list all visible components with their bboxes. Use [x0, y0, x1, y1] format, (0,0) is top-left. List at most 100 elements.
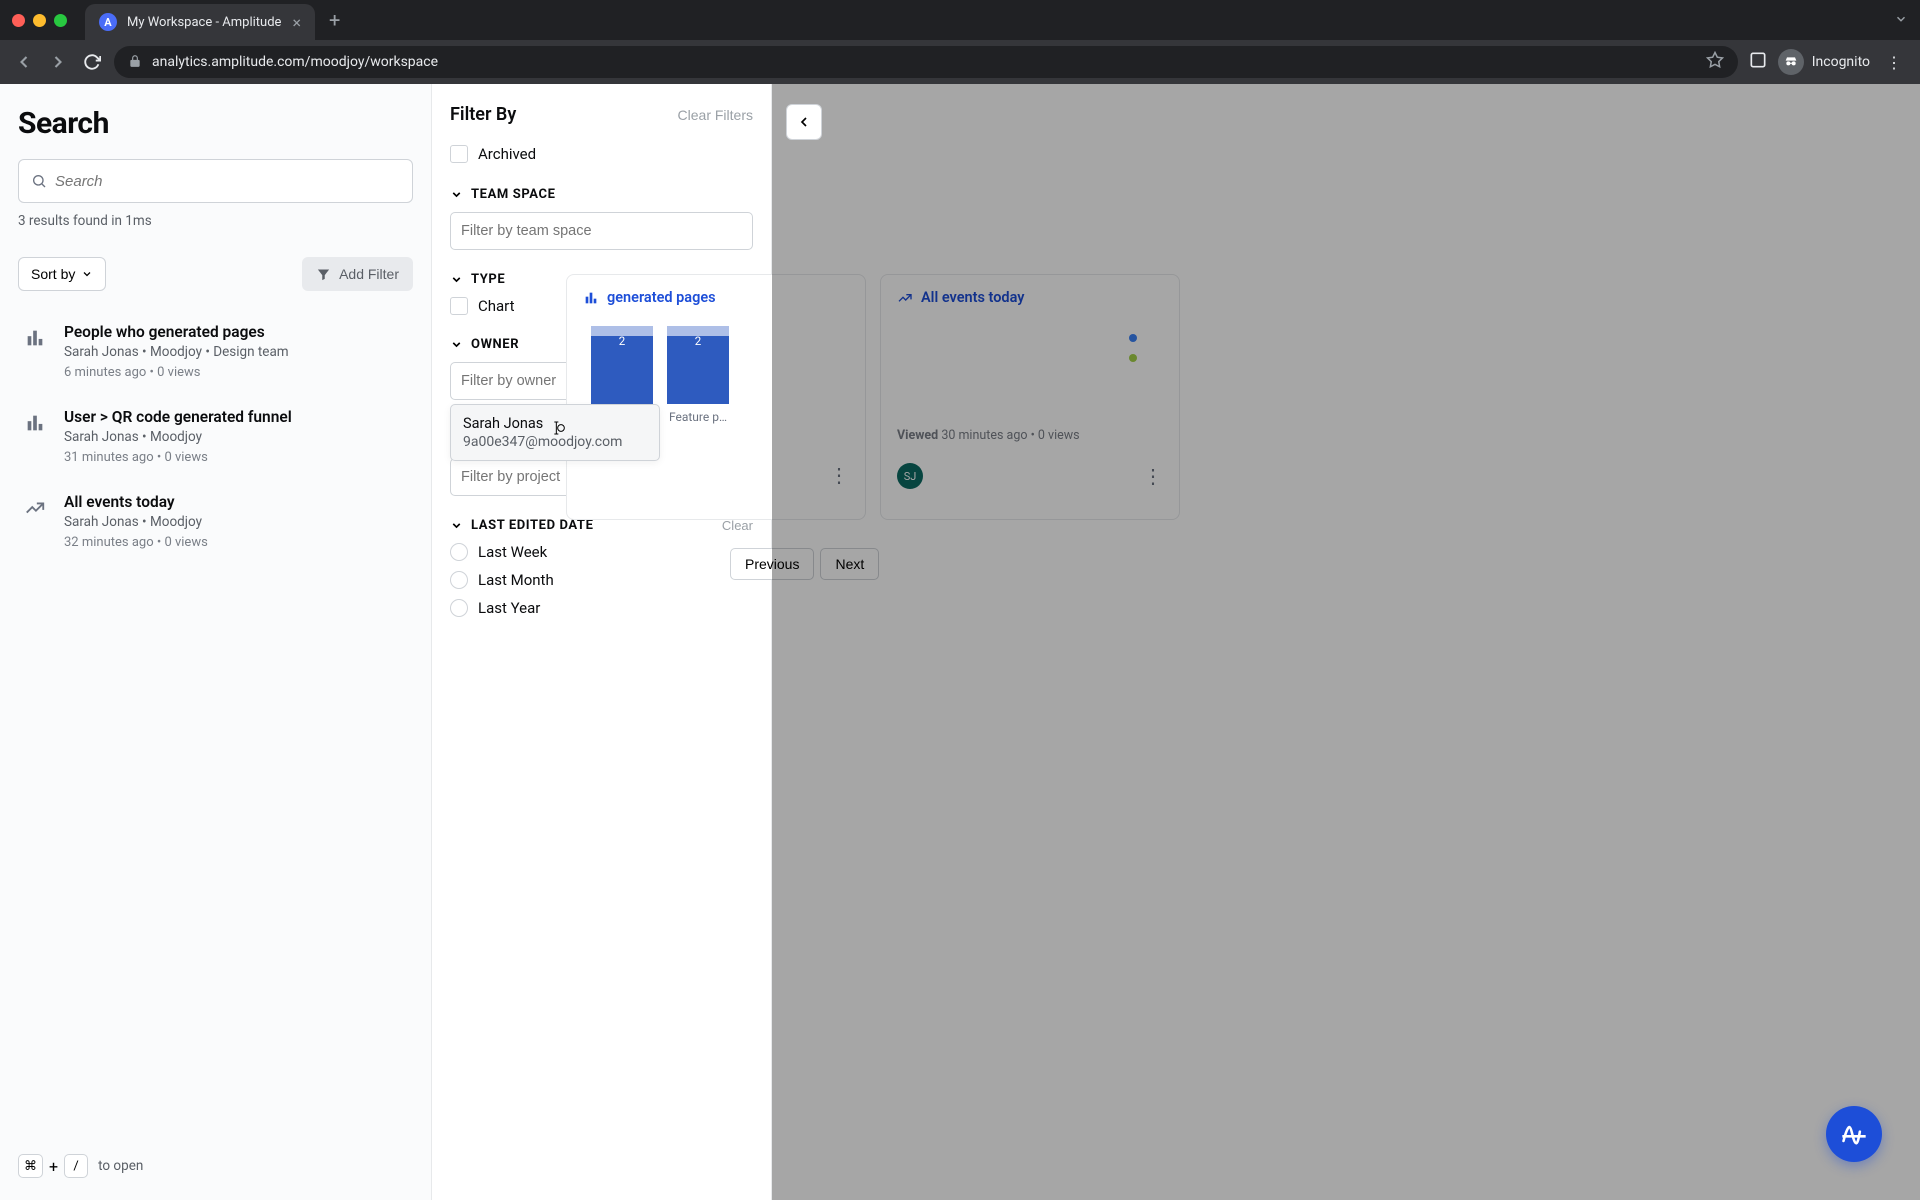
- key-cmd: ⌘: [18, 1154, 43, 1178]
- filter-section-last-edited: LAST EDITED DATE Clear Last Week Last Mo…: [450, 518, 753, 617]
- card-title-text: generated pages: [607, 289, 716, 306]
- owner-suggestion-email: 9a00e347@moodjoy.com: [463, 434, 647, 450]
- filter-panel: Filter By Clear Filters Archived TEAM SP…: [432, 84, 772, 1200]
- chevron-down-icon: [81, 268, 93, 280]
- lock-icon: [128, 53, 142, 72]
- filter-section-title: OWNER: [471, 337, 519, 352]
- maximize-window-button[interactable]: [54, 14, 67, 27]
- last-year-radio[interactable]: [450, 599, 468, 617]
- help-fab[interactable]: [1826, 1106, 1882, 1162]
- last-edited-clear-button[interactable]: Clear: [722, 518, 753, 533]
- last-week-label: Last Week: [478, 543, 547, 561]
- bar-chart-icon: [22, 325, 48, 351]
- archived-checkbox[interactable]: [450, 145, 468, 163]
- chevron-down-icon: [450, 519, 463, 532]
- search-title: Search: [18, 106, 413, 141]
- bar-chart-icon: [583, 290, 599, 306]
- tab-close-icon[interactable]: ×: [292, 13, 301, 32]
- main-area: generated pages 2 R code g… 2: [772, 84, 1920, 1200]
- dim-overlay[interactable]: [772, 84, 1920, 1200]
- result-meta: 6 minutes ago • 0 views: [64, 365, 409, 380]
- key-slash: /: [64, 1154, 88, 1178]
- incognito-label: Incognito: [1812, 54, 1870, 70]
- last-week-option[interactable]: Last Week: [450, 543, 753, 561]
- add-filter-button[interactable]: Add Filter: [302, 257, 413, 291]
- last-year-label: Last Year: [478, 599, 540, 617]
- bar-value: 2: [619, 334, 625, 348]
- bar-chart-icon: [22, 410, 48, 436]
- incognito-badge[interactable]: Incognito: [1778, 49, 1870, 75]
- url-bar[interactable]: analytics.amplitude.com/moodjoy/workspac…: [114, 46, 1738, 78]
- last-year-option[interactable]: Last Year: [450, 599, 753, 617]
- line-chart-icon: [22, 495, 48, 521]
- result-list: People who generated pages Sarah Jonas •…: [18, 309, 413, 564]
- clear-filters-button[interactable]: Clear Filters: [678, 107, 753, 123]
- app-content: Search 3 results found in 1ms Sort by Ad…: [0, 84, 1920, 1200]
- result-sub: Sarah Jonas • Moodjoy: [64, 429, 409, 445]
- keyhint-text: to open: [98, 1158, 143, 1174]
- result-item[interactable]: People who generated pages Sarah Jonas •…: [18, 309, 413, 394]
- search-input-wrap[interactable]: [18, 159, 413, 203]
- browser-menu-icon[interactable]: ⋮: [1880, 53, 1908, 72]
- browser-tab[interactable]: A My Workspace - Amplitude ×: [85, 4, 315, 40]
- tab-title: My Workspace - Amplitude: [127, 15, 281, 30]
- filter-section-title: TEAM SPACE: [471, 187, 556, 202]
- plus-sign: +: [49, 1157, 58, 1176]
- filter-icon: [316, 267, 331, 282]
- minimize-window-button[interactable]: [33, 14, 46, 27]
- new-tab-button[interactable]: +: [329, 8, 340, 32]
- owner-suggestion-popover[interactable]: Sarah Jonas 9a00e347@moodjoy.com: [450, 404, 660, 461]
- result-item[interactable]: User > QR code generated funnel Sarah Jo…: [18, 394, 413, 479]
- last-month-label: Last Month: [478, 571, 554, 589]
- reload-button[interactable]: [80, 50, 104, 74]
- last-week-radio[interactable]: [450, 543, 468, 561]
- close-window-button[interactable]: [12, 14, 25, 27]
- chevron-down-icon: [450, 273, 463, 286]
- sort-by-button[interactable]: Sort by: [18, 257, 106, 291]
- collapse-filter-button[interactable]: [786, 104, 822, 140]
- filter-section-header[interactable]: TEAM SPACE: [450, 187, 753, 202]
- chevron-left-icon: [796, 114, 812, 130]
- amplitude-logo-icon: [1840, 1120, 1868, 1148]
- chevron-down-icon: [450, 188, 463, 201]
- browser-toolbar: analytics.amplitude.com/moodjoy/workspac…: [0, 40, 1920, 84]
- extensions-icon[interactable]: [1748, 50, 1768, 74]
- incognito-icon: [1778, 49, 1804, 75]
- filter-title: Filter By: [450, 104, 516, 125]
- type-chart-checkbox[interactable]: [450, 297, 468, 315]
- bar-value: 2: [695, 334, 701, 348]
- last-month-radio[interactable]: [450, 571, 468, 589]
- results-meta: 3 results found in 1ms: [18, 213, 413, 229]
- amplitude-favicon: A: [99, 13, 117, 31]
- team-space-filter-input[interactable]: [450, 212, 753, 250]
- result-body: All events today Sarah Jonas • Moodjoy 3…: [64, 493, 409, 550]
- last-month-option[interactable]: Last Month: [450, 571, 753, 589]
- chart-bar: 2: [591, 326, 653, 404]
- forward-button[interactable]: [46, 50, 70, 74]
- result-item[interactable]: All events today Sarah Jonas • Moodjoy 3…: [18, 479, 413, 564]
- owner-suggestion-name: Sarah Jonas: [463, 415, 647, 432]
- search-panel: Search 3 results found in 1ms Sort by Ad…: [0, 84, 432, 1200]
- result-sub: Sarah Jonas • Moodjoy: [64, 514, 409, 530]
- bar-caption: Feature p…: [669, 410, 727, 424]
- tabs-chevron-down-icon[interactable]: [1894, 11, 1908, 30]
- chart-bar: 2: [667, 326, 729, 404]
- search-input[interactable]: [55, 173, 400, 190]
- archived-filter-row[interactable]: Archived: [450, 145, 753, 163]
- type-chart-label: Chart: [478, 297, 515, 315]
- sort-row: Sort by Add Filter: [18, 257, 413, 291]
- result-sub: Sarah Jonas • Moodjoy • Design team: [64, 344, 409, 360]
- chevron-down-icon: [450, 338, 463, 351]
- result-meta: 32 minutes ago • 0 views: [64, 535, 409, 550]
- filter-header: Filter By Clear Filters: [450, 104, 753, 125]
- back-button[interactable]: [12, 50, 36, 74]
- window-chrome: A My Workspace - Amplitude × +: [0, 0, 1920, 40]
- bookmark-star-icon[interactable]: [1706, 51, 1724, 73]
- result-title: All events today: [64, 493, 409, 511]
- result-body: User > QR code generated funnel Sarah Jo…: [64, 408, 409, 465]
- traffic-lights: [12, 14, 67, 27]
- result-title: User > QR code generated funnel: [64, 408, 409, 426]
- url-text: analytics.amplitude.com/moodjoy/workspac…: [152, 54, 1696, 70]
- filter-section-title: LAST EDITED DATE: [471, 518, 594, 533]
- filter-section-header[interactable]: LAST EDITED DATE Clear: [450, 518, 753, 533]
